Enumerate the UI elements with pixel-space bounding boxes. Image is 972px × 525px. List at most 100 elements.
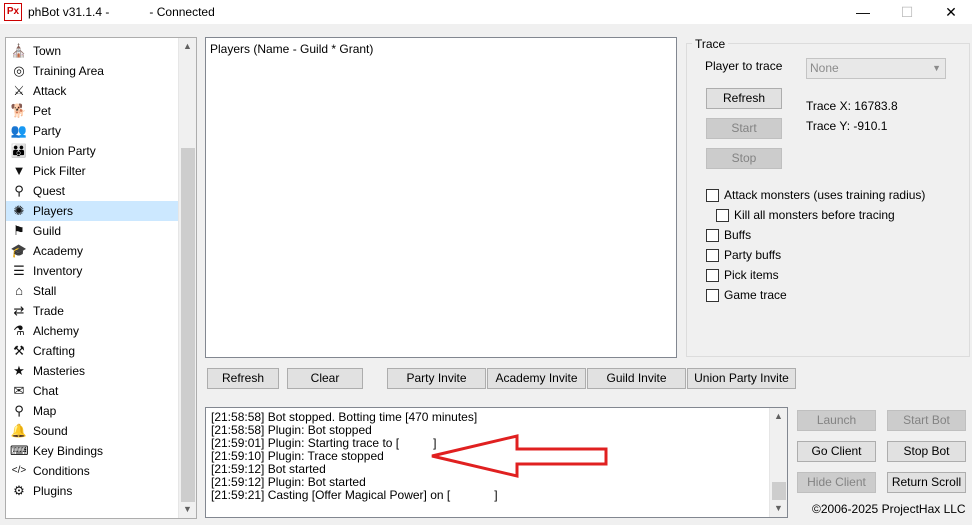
- scroll-down-icon[interactable]: ▼: [179, 501, 196, 518]
- log-line: [21:59:01] Plugin: Starting trace to []: [211, 436, 436, 450]
- party-icon: 👥: [10, 123, 28, 138]
- party-invite-button[interactable]: Party Invite: [387, 368, 486, 389]
- trace-x-readout: Trace X: 16783.8: [806, 99, 898, 113]
- checkbox-label: Pick items: [724, 268, 779, 282]
- attack-icon: ⚔: [13, 83, 25, 98]
- refresh-button[interactable]: Refresh: [207, 368, 279, 389]
- sidebar-item-label: Inventory: [33, 264, 83, 278]
- log-output[interactable]: [21:58:58] Bot stopped. Botting time [47…: [205, 407, 788, 518]
- checkbox-label: Kill all monsters before tracing: [734, 208, 895, 222]
- log-line: [21:59:21] Casting [Offer Magical Power]…: [211, 488, 498, 502]
- sidebar-item-pick-filter[interactable]: ▼ Pick Filter: [6, 161, 178, 181]
- sidebar-item-label: Map: [33, 404, 57, 418]
- sidebar-item-training-area[interactable]: ◎ Training Area: [6, 61, 178, 81]
- pick-items-checkbox[interactable]: Pick items: [706, 268, 779, 282]
- sidebar-item-chat[interactable]: ✉ Chat: [6, 381, 178, 401]
- sidebar-item-crafting[interactable]: ⚒ Crafting: [6, 341, 178, 361]
- sidebar-item-sound[interactable]: 🔔 Sound: [6, 421, 178, 441]
- checkbox-box[interactable]: [706, 188, 719, 202]
- sidebar-item-union-party[interactable]: 👪 Union Party: [6, 141, 178, 161]
- log-line-text: [21:59:12] Bot started: [211, 462, 326, 476]
- sidebar-item-label: Trade: [33, 304, 64, 318]
- stop-bot-button[interactable]: Stop Bot: [887, 441, 966, 462]
- player-to-trace-select[interactable]: None ▼: [806, 58, 946, 79]
- sidebar-item-label: Pick Filter: [33, 164, 86, 178]
- hide-client-button[interactable]: Hide Client: [797, 472, 876, 493]
- checkbox-box[interactable]: [716, 208, 729, 222]
- trace-refresh-button[interactable]: Refresh: [706, 88, 782, 109]
- trace-stop-button[interactable]: Stop: [706, 148, 782, 169]
- town-icon: ⛪: [10, 43, 28, 58]
- log-scrollbar[interactable]: ▲ ▼: [769, 408, 787, 517]
- union-party-invite-button[interactable]: Union Party Invite: [687, 368, 796, 389]
- checkbox-box[interactable]: [706, 228, 719, 242]
- checkbox-label: Attack monsters (uses training radius): [724, 188, 926, 202]
- map-pin-icon: ⚲: [14, 403, 24, 418]
- sidebar-item-label: Masteries: [33, 364, 86, 378]
- sidebar-item-label: Key Bindings: [33, 444, 104, 458]
- minimize-icon[interactable]: —: [840, 0, 886, 24]
- sidebar-item-guild[interactable]: ⚑ Guild: [6, 221, 178, 241]
- log-line: [21:59:12] Plugin: Bot started: [211, 475, 366, 489]
- guild-invite-button[interactable]: Guild Invite: [587, 368, 686, 389]
- quest-icon: ⚲: [14, 183, 24, 198]
- trace-start-button[interactable]: Start: [706, 118, 782, 139]
- log-line-suffix: ]: [433, 436, 437, 450]
- sidebar-item-alchemy[interactable]: ⚗ Alchemy: [6, 321, 178, 341]
- scroll-thumb[interactable]: [181, 148, 195, 502]
- sidebar-item-players[interactable]: ✺ Players: [6, 201, 178, 221]
- sidebar-item-stall[interactable]: ⌂ Stall: [6, 281, 178, 301]
- plugins-icon: ⚙: [13, 483, 25, 498]
- main-window: ⛪ Town ◎ Training Area ⚔ Attack 🐕 Pet 👥 Party 👪 Uni…: [0, 24, 972, 525]
- close-icon[interactable]: ✕: [928, 0, 972, 24]
- start-bot-button[interactable]: Start Bot: [887, 410, 966, 431]
- checkbox-box[interactable]: [706, 288, 719, 302]
- party-buffs-checkbox[interactable]: Party buffs: [706, 248, 781, 262]
- sidebar-item-academy[interactable]: 🎓 Academy: [6, 241, 178, 261]
- sidebar-item-trade[interactable]: ⇄ Trade: [6, 301, 178, 321]
- keyboard-icon: ⌨: [10, 443, 29, 458]
- return-scroll-button[interactable]: Return Scroll: [887, 472, 966, 493]
- game-trace-checkbox[interactable]: Game trace: [706, 288, 787, 302]
- sidebar-item-attack[interactable]: ⚔ Attack: [6, 81, 178, 101]
- sidebar-item-key-bindings[interactable]: ⌨ Key Bindings: [6, 441, 178, 461]
- log-line-text: [21:59:01] Plugin: Starting trace to [: [211, 436, 400, 450]
- academy-invite-button[interactable]: Academy Invite: [487, 368, 586, 389]
- attack-monsters-checkbox[interactable]: Attack monsters (uses training radius): [706, 188, 925, 202]
- sidebar-item-pet[interactable]: 🐕 Pet: [6, 101, 178, 121]
- players-list[interactable]: Players (Name - Guild * Grant): [205, 37, 677, 358]
- player-select-value: None: [810, 61, 839, 75]
- sidebar-item-label: Academy: [33, 244, 84, 258]
- checkbox-label: Game trace: [724, 288, 787, 302]
- go-client-button[interactable]: Go Client: [797, 441, 876, 462]
- sidebar-item-town[interactable]: ⛪ Town: [6, 41, 178, 61]
- checkbox-box[interactable]: [706, 268, 719, 282]
- checkbox-box[interactable]: [706, 248, 719, 262]
- log-line: [21:58:58] Plugin: Bot stopped: [211, 423, 372, 437]
- scroll-thumb[interactable]: [772, 482, 786, 500]
- clear-button[interactable]: Clear: [287, 368, 363, 389]
- app-icon: Px: [4, 3, 22, 21]
- log-line: [21:59:10] Plugin: Trace stopped: [211, 449, 384, 463]
- scroll-up-icon[interactable]: ▲: [179, 38, 196, 55]
- sidebar-item-label: Crafting: [33, 344, 76, 358]
- scroll-down-icon[interactable]: ▼: [770, 500, 787, 517]
- sidebar-item-inventory[interactable]: ☰ Inventory: [6, 261, 178, 281]
- sidebar-item-party[interactable]: 👥 Party: [6, 121, 178, 141]
- sidebar-item-quest[interactable]: ⚲ Quest: [6, 181, 178, 201]
- sidebar-item-label: Chat: [33, 384, 59, 398]
- buffs-checkbox[interactable]: Buffs: [706, 228, 751, 242]
- sidebar-item-masteries[interactable]: ★ Masteries: [6, 361, 178, 381]
- scroll-up-icon[interactable]: ▲: [770, 408, 787, 425]
- log-line-suffix: ]: [494, 488, 498, 502]
- sidebar-item-map[interactable]: ⚲ Map: [6, 401, 178, 421]
- sidebar-item-conditions[interactable]: </> Conditions: [6, 461, 178, 481]
- sidebar-item-plugins[interactable]: ⚙ Plugins: [6, 481, 178, 501]
- log-line-text: [21:59:10] Plugin: Trace stopped: [211, 449, 384, 463]
- sidebar-scrollbar[interactable]: ▲ ▼: [178, 38, 196, 518]
- chevron-down-icon: ▼: [932, 63, 941, 73]
- launch-button[interactable]: Launch: [797, 410, 876, 431]
- sidebar-item-label: Plugins: [33, 484, 73, 498]
- kill-all-monsters-checkbox[interactable]: Kill all monsters before tracing: [716, 208, 895, 222]
- sidebar-item-label: Party: [33, 124, 62, 138]
